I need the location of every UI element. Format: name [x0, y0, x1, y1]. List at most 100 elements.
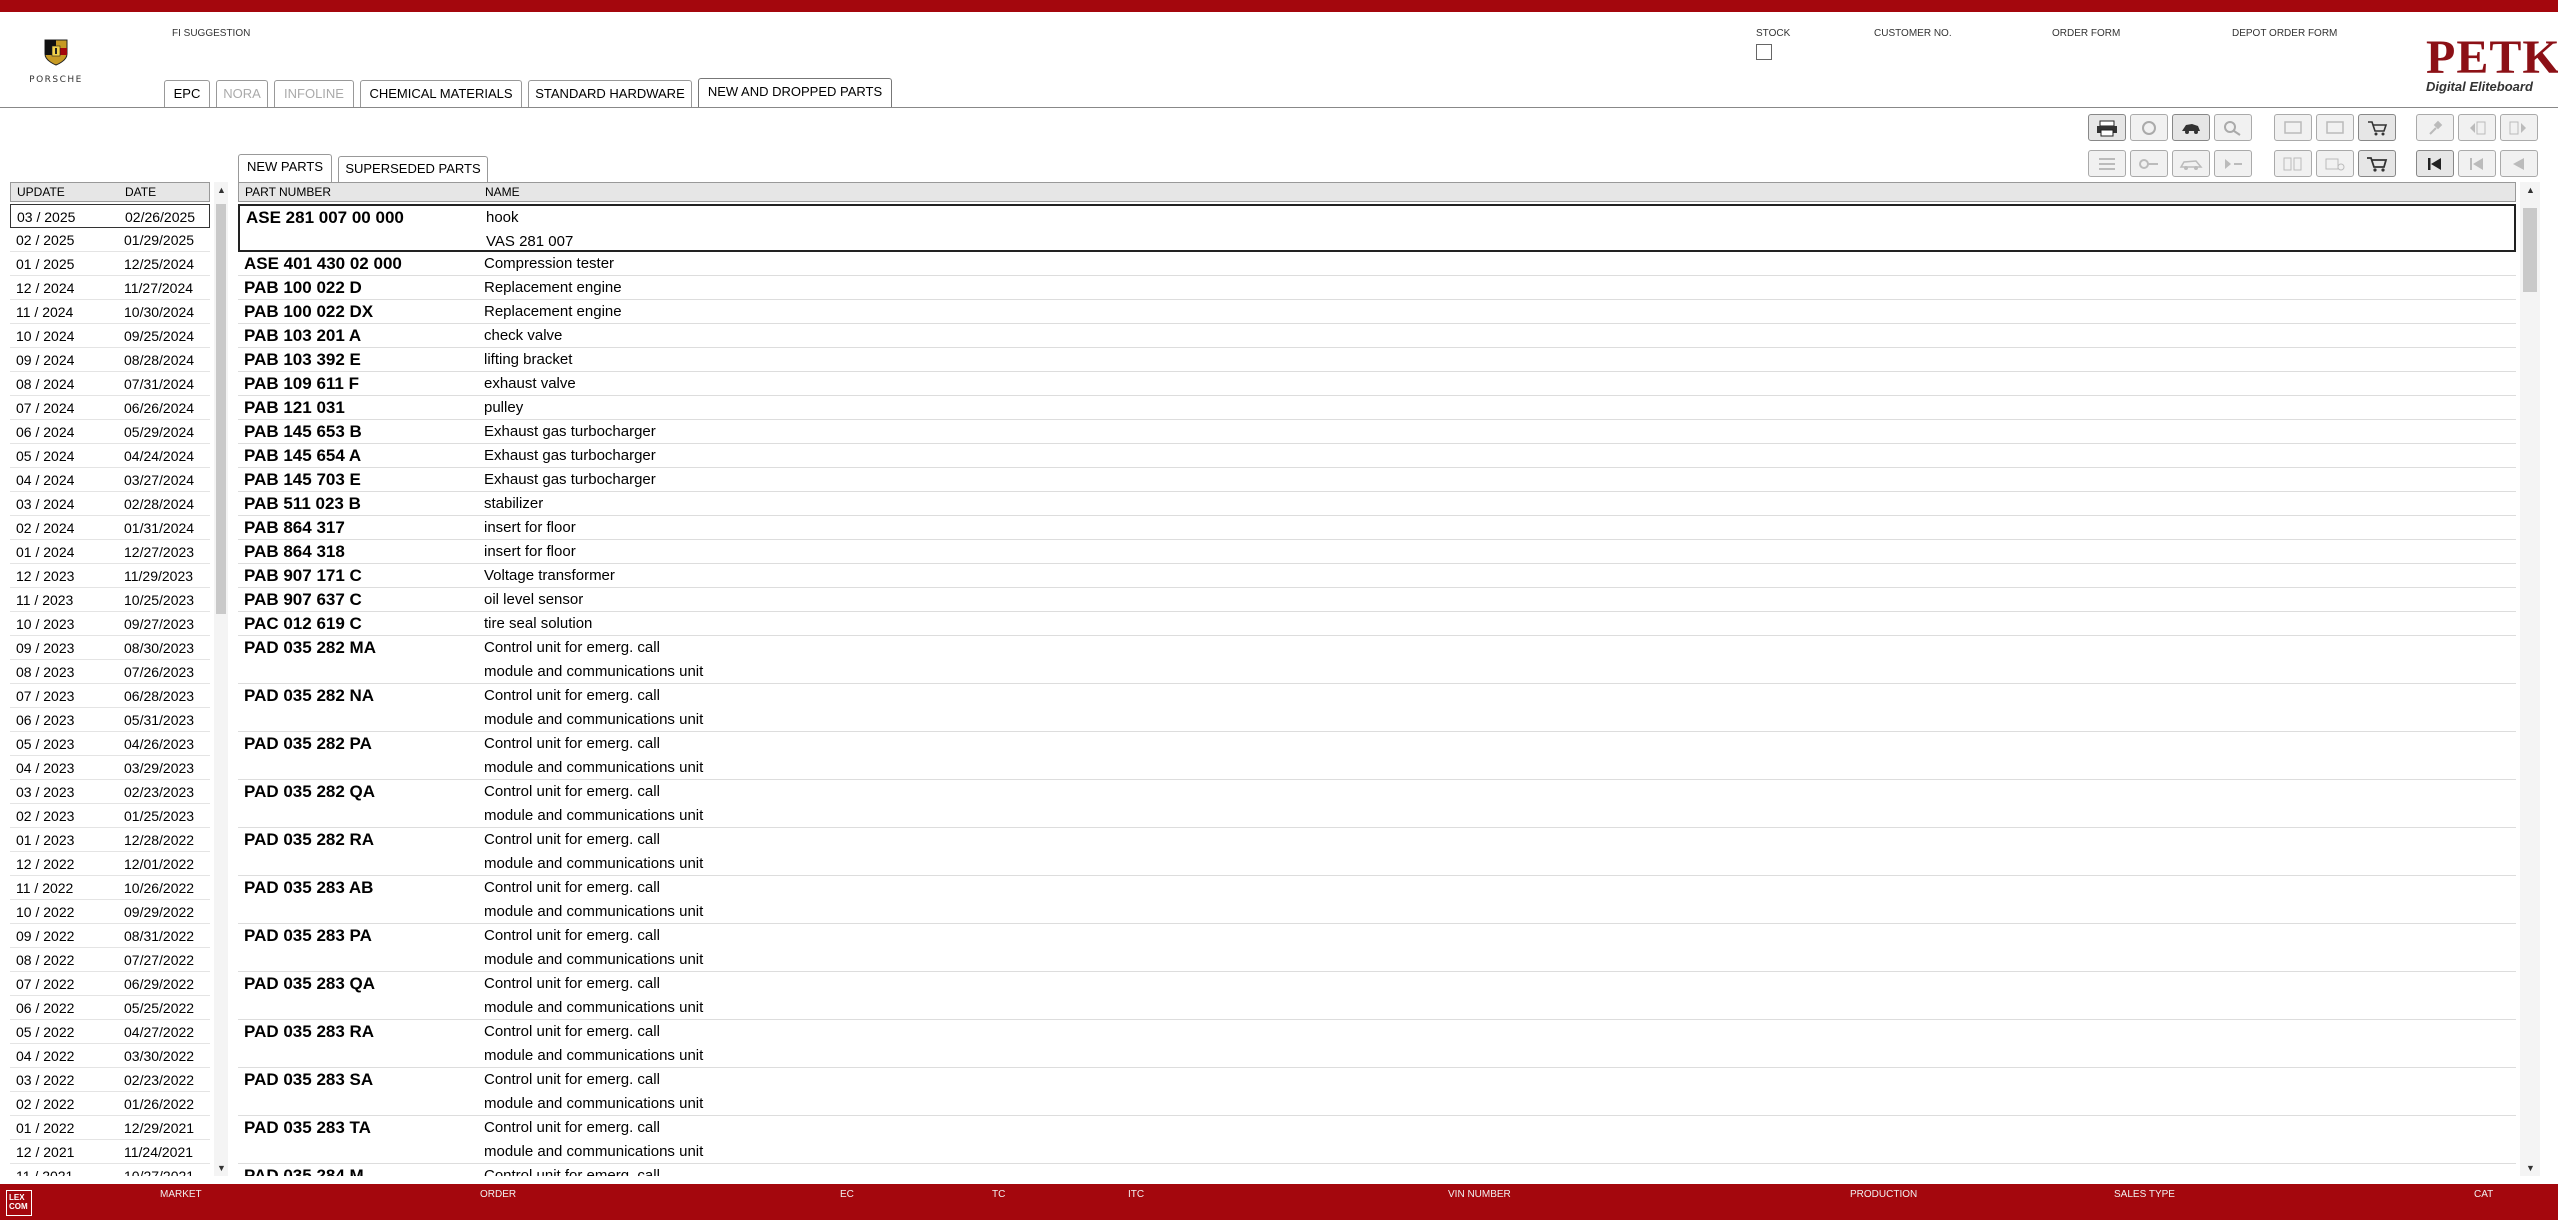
update-row[interactable]: 11 / 2021 10/27/2021	[10, 1164, 210, 1176]
update-row[interactable]: 02 / 2022 01/26/2022	[10, 1092, 210, 1116]
part-row[interactable]: PAB 145 654 A Exhaust gas turbocharger	[238, 444, 2516, 468]
update-row[interactable]: 11 / 2022 10/26/2022	[10, 876, 210, 900]
update-row[interactable]: 10 / 2024 09/25/2024	[10, 324, 210, 348]
update-row[interactable]: 12 / 2021 11/24/2021	[10, 1140, 210, 1164]
update-row[interactable]: 03 / 2022 02/23/2022	[10, 1068, 210, 1092]
car-icon[interactable]	[2172, 150, 2210, 177]
part-row[interactable]: ASE 401 430 02 000 Compression tester	[238, 252, 2516, 276]
update-row[interactable]: 04 / 2024 03/27/2024	[10, 468, 210, 492]
part-row[interactable]: PAD 035 283 AB Control unit for emerg. ca…	[238, 876, 2516, 924]
update-row[interactable]: 05 / 2022 04/27/2022	[10, 1020, 210, 1044]
update-row[interactable]: 01 / 2025 12/25/2024	[10, 252, 210, 276]
update-row[interactable]: 08 / 2024 07/31/2024	[10, 372, 210, 396]
tab-chemical-materials[interactable]: CHEMICAL MATERIALS	[360, 80, 522, 108]
update-row[interactable]: 03 / 2025 02/26/2025	[10, 204, 210, 228]
part-row[interactable]: PAD 035 282 MA Control unit for emerg. ca…	[238, 636, 2516, 684]
part-row[interactable]: PAD 035 283 RA Control unit for emerg. ca…	[238, 1020, 2516, 1068]
part-row[interactable]: PAB 145 703 E Exhaust gas turbocharger	[238, 468, 2516, 492]
search-icon[interactable]	[2214, 114, 2252, 141]
update-row[interactable]: 12 / 2023 11/29/2023	[10, 564, 210, 588]
list-icon[interactable]	[2088, 150, 2126, 177]
update-row[interactable]: 09 / 2023 08/30/2023	[10, 636, 210, 660]
tab-nora[interactable]: NORA	[216, 80, 268, 108]
copy-icon[interactable]	[2274, 150, 2312, 177]
view-icon[interactable]	[2130, 114, 2168, 141]
part-row[interactable]: PAB 100 022 DX Replacement engine	[238, 300, 2516, 324]
parts-table-scrollbar[interactable]: ▲ ▼	[2520, 182, 2540, 1176]
date-column-header[interactable]: DATE	[125, 183, 156, 201]
engine-icon[interactable]	[2172, 114, 2210, 141]
update-list-scrollbar[interactable]: ▲ ▼	[214, 182, 228, 1176]
part-row[interactable]: PAB 145 653 B Exhaust gas turbocharger	[238, 420, 2516, 444]
parts-scroll-thumb[interactable]	[2523, 208, 2537, 292]
part-row[interactable]: PAD 035 282 QA Control unit for emerg. ca…	[238, 780, 2516, 828]
arrow-icon[interactable]	[2214, 150, 2252, 177]
part-number-column-header[interactable]: PART NUMBER	[245, 183, 331, 201]
update-row[interactable]: 07 / 2022 06/29/2022	[10, 972, 210, 996]
parts-scroll-up-icon[interactable]: ▲	[2526, 186, 2535, 195]
update-row[interactable]: 06 / 2023 05/31/2023	[10, 708, 210, 732]
back-icon[interactable]	[2500, 150, 2538, 177]
update-row[interactable]: 08 / 2022 07/27/2022	[10, 948, 210, 972]
part-row[interactable]: ASE 281 007 00 000 hook VAS 281 007	[238, 204, 2516, 252]
update-row[interactable]: 07 / 2023 06/28/2023	[10, 684, 210, 708]
tab-standard-hardware[interactable]: STANDARD HARDWARE	[528, 80, 692, 108]
tab-new-parts[interactable]: NEW PARTS	[238, 154, 332, 182]
part-row[interactable]: PAC 012 619 C tire seal solution	[238, 612, 2516, 636]
update-list-scroll-thumb[interactable]	[216, 204, 226, 614]
part-row[interactable]: PAB 121 031 pulley	[238, 396, 2516, 420]
part-row[interactable]: PAB 864 318 insert for floor	[238, 540, 2516, 564]
part-row[interactable]: PAB 103 201 A check valve	[238, 324, 2516, 348]
previous-page-icon[interactable]	[2458, 114, 2496, 141]
next-page-icon[interactable]	[2500, 114, 2538, 141]
cart-icon[interactable]	[2358, 150, 2396, 177]
first-icon[interactable]	[2416, 150, 2454, 177]
part-row[interactable]: PAB 511 023 B stabilizer	[238, 492, 2516, 516]
update-row[interactable]: 01 / 2024 12/27/2023	[10, 540, 210, 564]
part-row[interactable]: PAD 035 282 PA Control unit for emerg. ca…	[238, 732, 2516, 780]
update-row[interactable]: 05 / 2024 04/24/2024	[10, 444, 210, 468]
key-icon[interactable]	[2130, 150, 2168, 177]
update-row[interactable]: 07 / 2024 06/26/2024	[10, 396, 210, 420]
update-row[interactable]: 11 / 2024 10/30/2024	[10, 300, 210, 324]
scroll-down-icon[interactable]: ▼	[217, 1164, 226, 1173]
print-icon[interactable]	[2088, 114, 2126, 141]
vehicle-icon[interactable]	[2316, 150, 2354, 177]
update-row[interactable]: 05 / 2023 04/26/2023	[10, 732, 210, 756]
pin-icon[interactable]	[2416, 114, 2454, 141]
update-column-header[interactable]: UPDATE	[17, 183, 65, 201]
part-row[interactable]: PAB 100 022 D Replacement engine	[238, 276, 2516, 300]
update-row[interactable]: 11 / 2023 10/25/2023	[10, 588, 210, 612]
part-row[interactable]: PAD 035 283 PA Control unit for emerg. ca…	[238, 924, 2516, 972]
update-row[interactable]: 09 / 2022 08/31/2022	[10, 924, 210, 948]
scroll-up-icon[interactable]: ▲	[217, 186, 226, 195]
tab-infoline[interactable]: INFOLINE	[274, 80, 354, 108]
update-row[interactable]: 04 / 2023 03/29/2023	[10, 756, 210, 780]
update-row[interactable]: 10 / 2023 09/27/2023	[10, 612, 210, 636]
part-row[interactable]: PAD 035 282 RA Control unit for emerg. ca…	[238, 828, 2516, 876]
update-row[interactable]: 09 / 2024 08/28/2024	[10, 348, 210, 372]
update-row[interactable]: 02 / 2025 01/29/2025	[10, 228, 210, 252]
prev-icon[interactable]	[2458, 150, 2496, 177]
tab-new-and-dropped-parts[interactable]: NEW AND DROPPED PARTS	[698, 78, 892, 108]
part-row[interactable]: PAD 035 283 SA Control unit for emerg. ca…	[238, 1068, 2516, 1116]
part-row[interactable]: PAD 035 283 QA Control unit for emerg. ca…	[238, 972, 2516, 1020]
part-row[interactable]: PAB 864 317 insert for floor	[238, 516, 2516, 540]
part-row[interactable]: PAB 907 637 C oil level sensor	[238, 588, 2516, 612]
stock-checkbox[interactable]	[1756, 44, 1772, 60]
update-row[interactable]: 04 / 2022 03/30/2022	[10, 1044, 210, 1068]
update-row[interactable]: 03 / 2024 02/28/2024	[10, 492, 210, 516]
update-row[interactable]: 10 / 2022 09/29/2022	[10, 900, 210, 924]
update-row[interactable]: 02 / 2023 01/25/2023	[10, 804, 210, 828]
name-column-header[interactable]: NAME	[485, 183, 520, 201]
update-row[interactable]: 06 / 2022 05/25/2022	[10, 996, 210, 1020]
update-row[interactable]: 02 / 2024 01/31/2024	[10, 516, 210, 540]
update-row[interactable]: 08 / 2023 07/26/2023	[10, 660, 210, 684]
manual-icon[interactable]	[2316, 114, 2354, 141]
tab-epc[interactable]: EPC	[164, 80, 210, 108]
update-row[interactable]: 01 / 2023 12/28/2022	[10, 828, 210, 852]
tab-superseded-parts[interactable]: SUPERSEDED PARTS	[338, 156, 488, 182]
part-row[interactable]: PAB 109 611 F exhaust valve	[238, 372, 2516, 396]
parts-scroll-down-icon[interactable]: ▼	[2526, 1164, 2535, 1173]
cart-add-icon[interactable]	[2358, 114, 2396, 141]
